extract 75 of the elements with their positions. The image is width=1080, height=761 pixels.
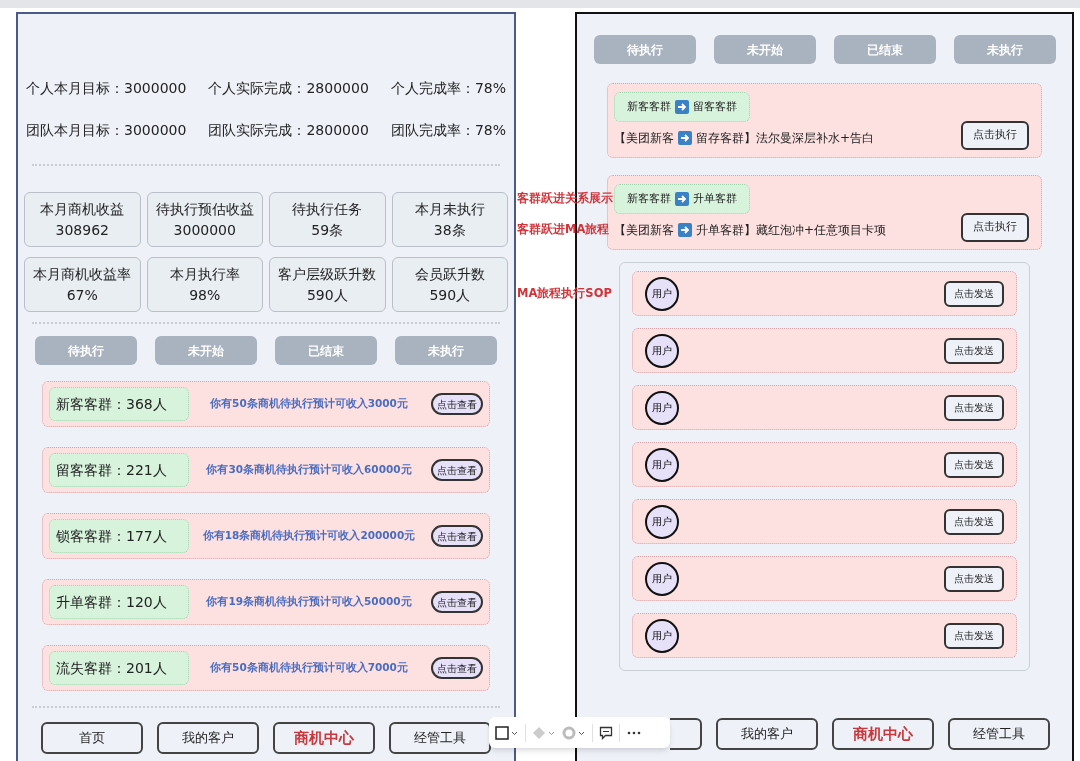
user-avatar: 用户 xyxy=(645,276,679,311)
view-button[interactable]: 点击查看 xyxy=(431,459,483,481)
send-button[interactable]: 点击发送 xyxy=(944,394,1004,421)
metric-value: 59条 xyxy=(311,220,344,240)
stat-text: 个人完成率：78% xyxy=(390,78,506,98)
send-button[interactable]: 点击发送 xyxy=(944,337,1004,364)
opportunity-text: 你有18条商机待执行预计可收入200000元 xyxy=(201,528,417,544)
metric-value: 308962 xyxy=(55,220,109,240)
view-button[interactable]: 点击查看 xyxy=(431,393,483,415)
send-button[interactable]: 点击发送 xyxy=(944,451,1004,478)
arrow-icon xyxy=(675,192,689,206)
execute-button[interactable]: 点击执行 xyxy=(961,213,1029,242)
group-label: 新客客群：368人 xyxy=(49,387,189,421)
group-label: 留客客群：221人 xyxy=(49,453,189,487)
metric-value: 3000000 xyxy=(173,220,236,240)
arrow-icon xyxy=(678,222,692,237)
nav-button[interactable]: 我的客户 xyxy=(715,718,818,750)
nav-button[interactable] xyxy=(669,718,702,750)
metric-value: 590人 xyxy=(306,285,348,305)
user-avatar: 用户 xyxy=(645,390,679,425)
user-avatar: 用户 xyxy=(645,447,679,482)
stat-text: 个人实际完成：2800000 xyxy=(208,78,369,98)
opportunity-text: 你有19条商机待执行预计可收入50000元 xyxy=(205,594,413,610)
group-label: 锁客客群：177人 xyxy=(49,519,189,553)
metric-value: 38条 xyxy=(433,220,466,240)
stat-text: 个人本月目标：3000000 xyxy=(26,78,187,98)
arrow-icon xyxy=(675,100,689,114)
metric-label: 本月未执行 xyxy=(414,199,485,219)
metric-label: 待执行预估收益 xyxy=(155,199,254,219)
view-button[interactable]: 点击查看 xyxy=(431,657,483,679)
group-label: 升单客群：120人 xyxy=(49,585,189,619)
nav-button[interactable]: 我的客户 xyxy=(157,722,259,754)
metric-value: 67% xyxy=(66,285,98,305)
view-button[interactable]: 点击查看 xyxy=(431,525,483,547)
nav-button[interactable]: 首页 xyxy=(41,722,143,754)
metric-label: 待执行任务 xyxy=(292,199,363,219)
opportunity-text: 你有50条商机待执行预计可收入7000元 xyxy=(209,660,409,676)
comment-icon[interactable] xyxy=(599,725,613,740)
metric-label: 会员跃升数 xyxy=(414,264,485,284)
user-avatar: 用户 xyxy=(645,333,679,368)
group-label: 流失客群：201人 xyxy=(49,651,189,685)
metric-label: 本月商机收益 xyxy=(40,199,125,219)
metric-label: 客户层级跃升数 xyxy=(278,264,377,284)
user-avatar: 用户 xyxy=(645,504,679,539)
route-text: 【美团新客 xyxy=(614,129,674,147)
metric-value: 98% xyxy=(189,285,221,305)
route-text: 【美团新客 xyxy=(614,221,674,239)
metric-value: 590人 xyxy=(429,285,471,305)
view-button[interactable]: 点击查看 xyxy=(431,591,483,613)
route-text: 升单客群】藏红泡冲+任意项目卡项 xyxy=(696,221,887,239)
arrow-icon xyxy=(678,130,692,145)
user-avatar: 用户 xyxy=(645,561,679,596)
opportunity-text: 你有30条商机待执行预计可收入60000元 xyxy=(205,462,413,478)
nav-button[interactable]: 商机中心 xyxy=(831,718,934,750)
opportunity-text: 你有50条商机待执行预计可收入3000元 xyxy=(209,396,409,412)
route-text: 留存客群】法尔曼深层补水+告白 xyxy=(696,129,875,147)
metric-label: 本月商机收益率 xyxy=(33,264,132,284)
stat-text: 团队实际完成：2800000 xyxy=(208,120,369,140)
stat-text: 团队本月目标：3000000 xyxy=(26,120,187,140)
nav-button[interactable]: 经管工具 xyxy=(947,718,1050,750)
stat-text: 团队完成率：78% xyxy=(390,120,506,140)
tag-text: 升单客群 xyxy=(693,190,737,207)
send-button[interactable]: 点击发送 xyxy=(944,508,1004,535)
metric-label: 本月执行率 xyxy=(169,264,240,284)
execute-button[interactable]: 点击执行 xyxy=(961,121,1029,150)
nav-button[interactable]: 商机中心 xyxy=(273,722,375,754)
nav-button[interactable]: 经管工具 xyxy=(389,722,491,754)
send-button[interactable]: 点击发送 xyxy=(944,622,1004,649)
tag-text: 新客客群 xyxy=(627,98,671,115)
square-icon[interactable] xyxy=(495,725,519,740)
user-avatar: 用户 xyxy=(645,618,679,653)
send-button[interactable]: 点击发送 xyxy=(944,280,1004,307)
tag-text: 留客客群 xyxy=(693,98,737,115)
send-button[interactable]: 点击发送 xyxy=(944,565,1004,592)
tag-text: 新客客群 xyxy=(627,190,671,207)
